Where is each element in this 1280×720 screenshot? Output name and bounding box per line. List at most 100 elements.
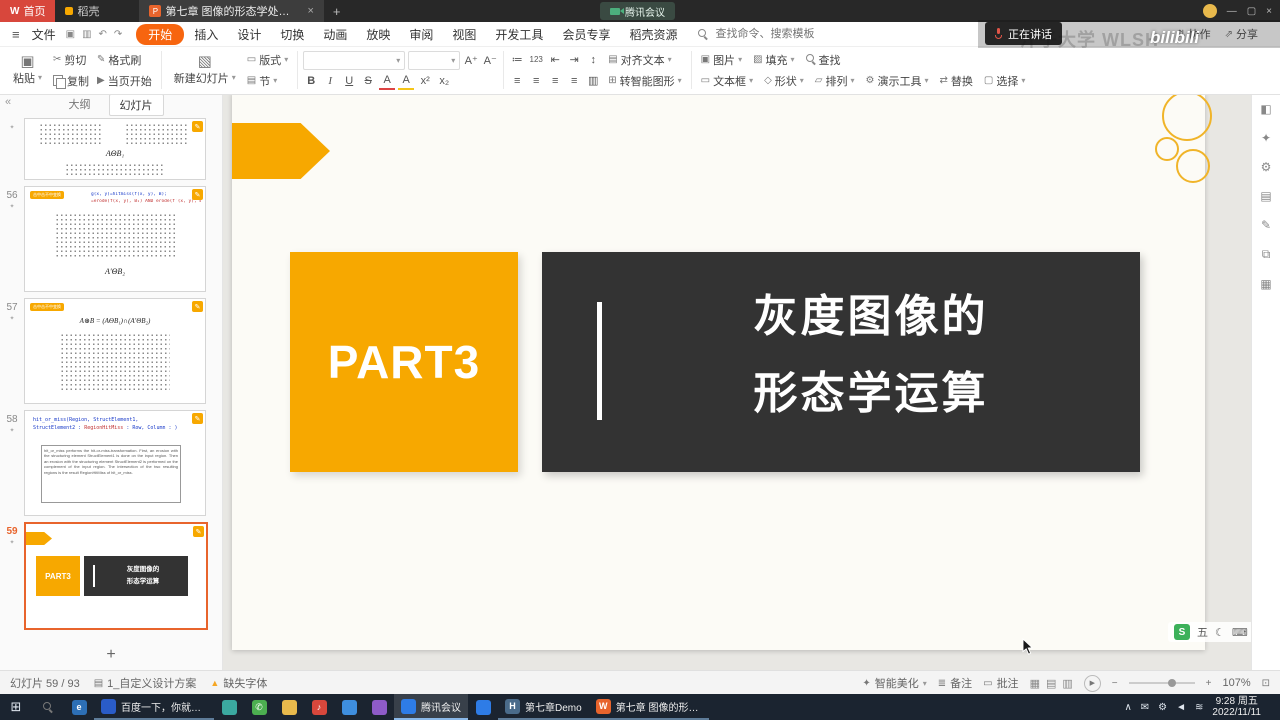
tab-slides[interactable]: 幻灯片	[108, 94, 164, 116]
font-color-button[interactable]: A	[379, 73, 396, 90]
play-from-current-button[interactable]: ▶ 当页开始	[93, 72, 156, 90]
section-button[interactable]: ▤ 节 ▾	[243, 72, 292, 90]
task-demo[interactable]: H 第七章Demo	[498, 694, 589, 720]
title-box[interactable]: 灰度图像的 形态学运算	[542, 252, 1140, 472]
taskbar-app-editor[interactable]	[364, 694, 394, 720]
align-left-button[interactable]: ≡	[509, 72, 525, 89]
slide-59[interactable]: PART3 灰度图像的 形态学运算	[232, 91, 1212, 650]
taskbar-app-qq[interactable]	[334, 694, 364, 720]
keyboard-icon[interactable]: ⌨	[1232, 626, 1248, 639]
menu-docer-resources[interactable]: 稻壳资源	[620, 24, 686, 45]
cut-button[interactable]: ✂ 剪切	[49, 51, 93, 69]
menu-animation[interactable]: 动画	[314, 24, 356, 45]
superscript-button[interactable]: x²	[417, 73, 433, 90]
new-slide-button[interactable]: ▧ 新建幻灯片 ▾	[167, 48, 243, 92]
shape-button[interactable]: ◇ 形状 ▾	[760, 72, 808, 90]
copy-button[interactable]: 复制	[49, 72, 93, 90]
replace-button[interactable]: ⇄ 替换	[936, 72, 977, 90]
picture-button[interactable]: ▣ 图片 ▾	[697, 51, 746, 69]
undo-icon[interactable]: ↶	[99, 29, 107, 40]
part-label-box[interactable]: PART3	[290, 252, 518, 472]
bold-button[interactable]: B	[303, 73, 319, 90]
bullet-list-button[interactable]: ≔	[509, 51, 525, 68]
zoom-out-button[interactable]: −	[1112, 678, 1118, 689]
present-tools-button[interactable]: ⚙ 演示工具 ▾	[862, 72, 933, 90]
align-text-button[interactable]: ▤ 对齐文本 ▾	[604, 51, 675, 69]
taskbar-app-music[interactable]: ♪	[304, 694, 334, 720]
format-painter-button[interactable]: ✎ 格式刷	[93, 51, 156, 69]
panel-animation-icon[interactable]: ✦	[1261, 131, 1271, 145]
tray-settings-icon[interactable]: ⚙	[1158, 702, 1167, 713]
decrease-indent-button[interactable]: ⇤	[547, 51, 563, 68]
user-avatar[interactable]	[1202, 4, 1217, 18]
fit-to-window-button[interactable]: ⊡	[1262, 678, 1270, 689]
menu-view[interactable]: 视图	[443, 24, 485, 45]
align-right-button[interactable]: ≡	[547, 72, 563, 89]
menu-member[interactable]: 会员专享	[553, 24, 619, 45]
clock[interactable]: 9:28 周五 2022/11/11	[1212, 696, 1261, 718]
taskbar-app-folder[interactable]	[274, 694, 304, 720]
justify-button[interactable]: ≡	[566, 72, 582, 89]
taskbar-app-photos[interactable]	[214, 694, 244, 720]
add-slide-button[interactable]: +	[0, 646, 222, 664]
taskbar-app-wechat[interactable]: ✆	[244, 694, 274, 720]
zoom-in-button[interactable]: +	[1206, 678, 1212, 689]
zoom-level[interactable]: 107%	[1222, 677, 1250, 689]
panel-pages-icon[interactable]: ⧉	[1262, 247, 1271, 262]
maximize-button[interactable]: ▢	[1247, 6, 1256, 17]
tray-mail-icon[interactable]: ✉	[1141, 702, 1149, 713]
layout-button[interactable]: ▭ 版式 ▾	[243, 51, 292, 69]
slide-thumbnail-57[interactable]: 击中击不中变换 A⊛B = (AΘB₁)∩(A′ΘB₂) ✎	[24, 298, 206, 404]
panel-grid-icon[interactable]: ▦	[1260, 277, 1271, 291]
panel-layout-icon[interactable]: ▤	[1260, 189, 1271, 203]
taskbar-app-meeting2[interactable]	[468, 694, 498, 720]
paste-button[interactable]: ▣ 粘贴 ▾	[6, 48, 49, 92]
tray-network-icon[interactable]: ≋	[1195, 702, 1203, 713]
design-scheme-button[interactable]: ▤ 1_自定义设计方案	[94, 675, 197, 691]
menu-devtools[interactable]: 开发工具	[486, 24, 552, 45]
taskbar-search-button[interactable]	[32, 694, 64, 720]
notes-button[interactable]: ≣ 备注	[938, 675, 972, 691]
panel-edit-icon[interactable]: ✎	[1261, 218, 1271, 232]
menu-insert[interactable]: 插入	[185, 24, 227, 45]
command-search[interactable]	[698, 27, 836, 41]
meeting-pill[interactable]: 腾讯会议	[600, 2, 675, 20]
menu-transition[interactable]: 切换	[271, 24, 313, 45]
textbox-button[interactable]: ▭ 文本框 ▾	[697, 72, 757, 90]
task-meeting[interactable]: 腾讯会议	[394, 694, 468, 720]
underline-button[interactable]: U	[341, 73, 357, 90]
italic-button[interactable]: I	[322, 73, 338, 90]
numbered-list-button[interactable]: 123	[528, 51, 544, 68]
find-button[interactable]: 查找	[802, 51, 845, 69]
task-ppt[interactable]: W 第七章 图像的形态...	[588, 694, 709, 720]
panel-settings-icon[interactable]: ⚙	[1261, 160, 1272, 174]
search-input[interactable]	[713, 27, 836, 41]
start-button[interactable]: ⊞	[0, 694, 32, 720]
slide-thumbnail-55[interactable]: AΘB₁ ✎	[24, 118, 206, 180]
task-baidu[interactable]: 百度一下，你就知...	[94, 694, 214, 720]
slide-thumbnail-59-selected[interactable]: PART3 灰度图像的 形态学运算 ✎	[24, 522, 208, 630]
night-mode-icon[interactable]: ☾	[1215, 626, 1225, 639]
menu-home[interactable]: 开始	[136, 23, 185, 45]
zoom-knob[interactable]	[1168, 679, 1177, 687]
collapse-panel-icon[interactable]: «	[5, 96, 11, 108]
missing-font-warning[interactable]: ▲ 缺失字体	[210, 675, 267, 691]
slideshow-play-button[interactable]: ▶	[1083, 674, 1101, 692]
hamburger-menu-icon[interactable]: ≡	[8, 27, 24, 42]
comments-button[interactable]: ▭ 批注	[983, 675, 1018, 691]
minimize-button[interactable]: —	[1227, 6, 1237, 17]
decrease-font-button[interactable]: A⁻	[482, 52, 498, 69]
new-tab-button[interactable]: +	[324, 0, 350, 22]
strikethrough-button[interactable]: S	[360, 73, 376, 90]
tray-expand-icon[interactable]: ∧	[1124, 702, 1131, 713]
sorter-view-button[interactable]: ▤	[1046, 677, 1056, 690]
menu-slideshow[interactable]: 放映	[357, 24, 399, 45]
highlight-button[interactable]: A	[398, 73, 415, 90]
close-button[interactable]: ×	[1266, 6, 1272, 17]
tab-outline[interactable]: 大纲	[59, 94, 101, 116]
save-icon[interactable]: ▣	[66, 29, 75, 40]
reading-view-button[interactable]: ▥	[1062, 677, 1072, 690]
wu-label[interactable]: 五	[1197, 624, 1208, 640]
normal-view-button[interactable]: ▦	[1030, 677, 1040, 690]
font-size-select[interactable]: ▾	[408, 50, 461, 70]
